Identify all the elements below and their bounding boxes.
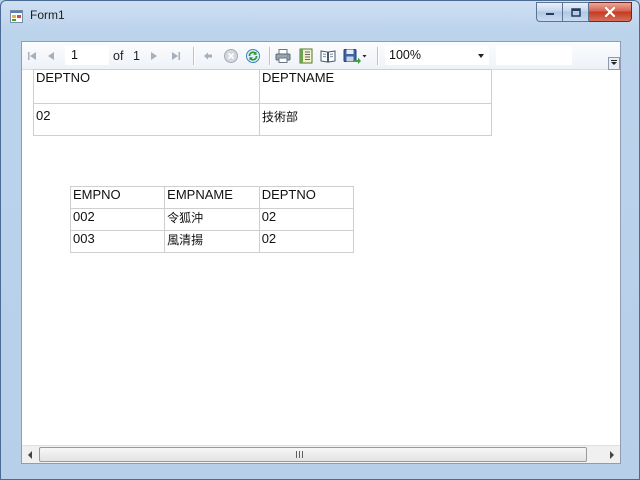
page-setup-button[interactable] <box>319 47 337 65</box>
title-bar[interactable]: Form1 <box>1 1 639 31</box>
department-table: DEPTNO DEPTNAME 02 技術部 <box>33 69 492 136</box>
next-page-button[interactable] <box>147 47 161 65</box>
cell-empno: 003 <box>69 230 166 253</box>
previous-page-icon <box>48 52 54 60</box>
export-button[interactable] <box>342 47 368 65</box>
cell-deptname: 技術部 <box>259 103 492 136</box>
header-deptno: DEPTNO <box>258 186 355 209</box>
toolbar-separator <box>269 47 271 65</box>
window-title: Form1 <box>30 8 65 22</box>
export-icon <box>343 49 367 64</box>
of-label: of <box>113 49 124 63</box>
chevron-down-icon <box>478 54 484 58</box>
employee-table: EMPNO EMPNAME DEPTNO 002 令狐沖 02 003 風清揚 … <box>69 186 355 253</box>
toolbar-overflow-button[interactable] <box>608 57 620 70</box>
table-row: 002 令狐沖 02 <box>69 208 355 231</box>
cell-deptno: 02 <box>33 103 260 136</box>
cell-empname: 風清揚 <box>164 230 260 253</box>
back-button[interactable] <box>200 47 216 65</box>
print-button[interactable] <box>274 47 292 65</box>
previous-page-button[interactable] <box>44 47 58 65</box>
close-icon <box>604 7 616 17</box>
total-pages-label: 1 <box>133 49 140 63</box>
stop-button[interactable] <box>222 47 240 65</box>
table-row: 003 風清揚 02 <box>69 230 355 253</box>
scrollbar-thumb[interactable] <box>39 447 587 462</box>
cell-deptno: 02 <box>258 208 355 231</box>
find-text-input[interactable] <box>496 46 572 65</box>
refresh-button[interactable] <box>244 47 262 65</box>
last-page-icon <box>172 52 180 60</box>
print-layout-icon <box>299 48 313 64</box>
back-icon <box>204 52 212 60</box>
cell-empno: 002 <box>69 208 166 231</box>
table-header-row: DEPTNO DEPTNAME <box>33 69 492 104</box>
table-row: 02 技術部 <box>33 103 492 136</box>
close-button[interactable] <box>589 2 632 22</box>
cell-deptno: 02 <box>258 230 355 253</box>
zoom-value: 100% <box>389 48 421 62</box>
minimize-icon <box>545 13 554 15</box>
scroll-right-button[interactable] <box>603 446 620 463</box>
cell-empname: 令狐沖 <box>164 208 260 231</box>
next-page-icon <box>151 52 157 60</box>
form1-window: Form1 1 of 1 100% DEPTNO DEPTNAME 02 技術部… <box>0 0 640 480</box>
stop-icon <box>224 49 238 63</box>
toolbar-separator <box>193 47 195 65</box>
form-app-icon <box>10 10 23 23</box>
refresh-icon <box>246 49 260 63</box>
page-setup-icon <box>320 50 336 63</box>
print-icon <box>275 49 291 63</box>
grip-icon <box>296 451 303 458</box>
header-deptname: DEPTNAME <box>259 69 492 104</box>
caption-buttons <box>536 2 632 22</box>
first-page-button[interactable] <box>25 47 39 65</box>
current-page-input[interactable]: 1 <box>65 46 109 65</box>
table-header-row: EMPNO EMPNAME DEPTNO <box>69 186 355 209</box>
minimize-button[interactable] <box>536 2 562 22</box>
report-viewer: 1 of 1 100% DEPTNO DEPTNAME 02 技術部 EMPNO… <box>21 41 621 464</box>
print-layout-button[interactable] <box>297 47 315 65</box>
toolbar-separator <box>377 47 379 65</box>
header-deptno: DEPTNO <box>33 69 260 104</box>
maximize-icon <box>570 7 581 17</box>
horizontal-scrollbar[interactable] <box>22 445 620 463</box>
scroll-left-button[interactable] <box>22 446 39 463</box>
maximize-button[interactable] <box>562 2 589 22</box>
header-empname: EMPNAME <box>164 186 260 209</box>
report-toolbar: 1 of 1 100% <box>22 42 620 70</box>
zoom-select[interactable]: 100% <box>385 46 489 65</box>
header-empno: EMPNO <box>69 186 166 209</box>
first-page-icon <box>28 52 36 60</box>
last-page-button[interactable] <box>169 47 183 65</box>
